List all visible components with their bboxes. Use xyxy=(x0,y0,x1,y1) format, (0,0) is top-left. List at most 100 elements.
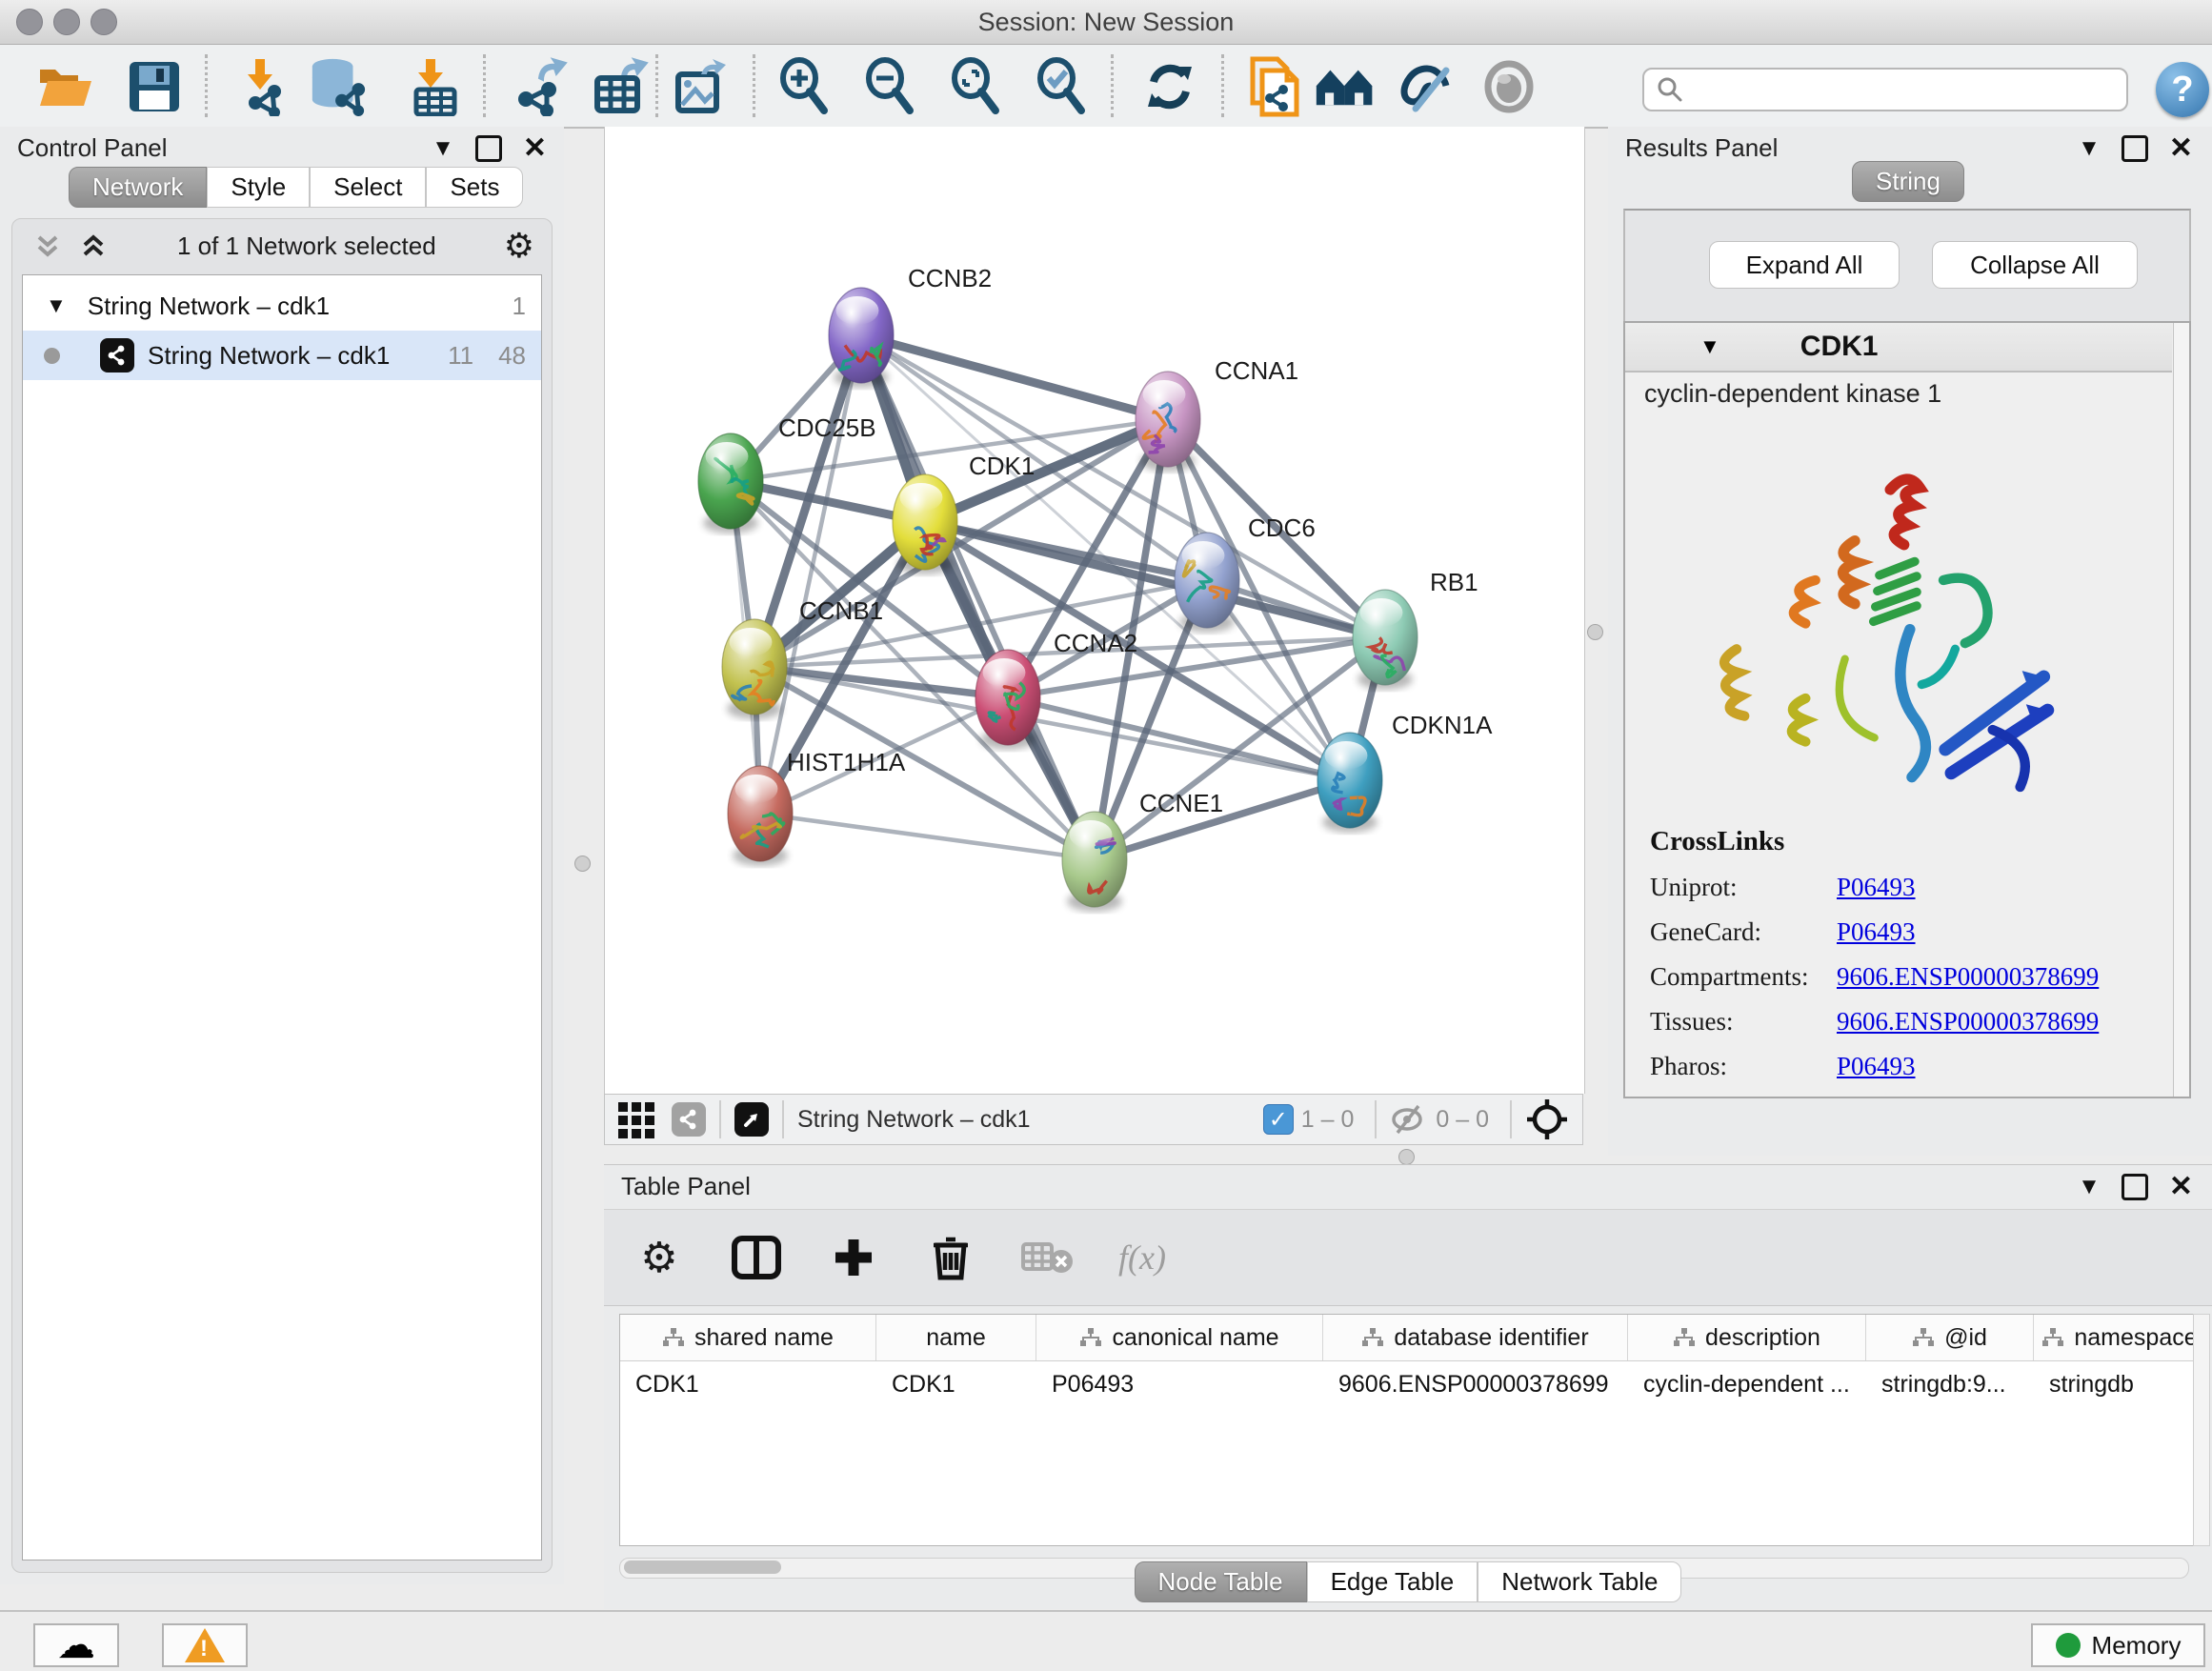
column-header-canonical-name[interactable]: canonical name xyxy=(1036,1315,1323,1360)
crosslink-link[interactable]: P06493 xyxy=(1837,1052,1916,1080)
hidden-count: 0 – 0 xyxy=(1436,1106,1489,1134)
zoom-in-icon[interactable] xyxy=(774,56,835,117)
enrichment-disabled-icon[interactable] xyxy=(1478,56,1539,117)
node-table[interactable]: shared namenamecanonical namedatabase id… xyxy=(619,1314,2207,1546)
collapse-all-button[interactable]: Collapse All xyxy=(1932,241,2138,289)
table-cell[interactable]: stringdb xyxy=(2034,1361,2206,1407)
import-network-database-icon[interactable] xyxy=(307,56,368,117)
add-column-icon[interactable] xyxy=(827,1231,880,1284)
open-session-icon[interactable] xyxy=(34,56,95,117)
import-network-file-icon[interactable] xyxy=(229,56,290,117)
crosslink-link[interactable]: P06493 xyxy=(1837,873,1916,901)
export-network-icon[interactable] xyxy=(510,56,571,117)
change-species-icon[interactable] xyxy=(1315,56,1376,117)
column-header-database-identifier[interactable]: database identifier xyxy=(1323,1315,1628,1360)
tab-string[interactable]: String xyxy=(1852,161,1964,202)
tab-edge-table[interactable]: Edge Table xyxy=(1307,1561,1478,1602)
maximize-panel-icon[interactable] xyxy=(475,135,502,162)
crosslink-link[interactable]: P06493 xyxy=(1837,917,1916,946)
network-options-gear-icon[interactable]: ⚙ xyxy=(504,226,534,266)
crosslink-row: Tissues:9606.ENSP00000378699 xyxy=(1650,1007,2172,1037)
cloud-button[interactable]: ☁ xyxy=(33,1623,119,1667)
column-header-shared-name[interactable]: shared name xyxy=(620,1315,876,1360)
network-collection-row[interactable]: ▼ String Network – cdk1 1 xyxy=(23,281,541,331)
show-hide-glasses-icon[interactable] xyxy=(1397,56,1458,117)
tab-style[interactable]: Style xyxy=(207,167,310,208)
refresh-icon[interactable] xyxy=(1139,56,1200,117)
network-view[interactable]: CCNB2CCNA1CDC25BCDK1CDC6RB1CCNB1CCNA2CDK… xyxy=(604,127,1585,1094)
protein-section-header[interactable]: ▼ CDK1 xyxy=(1625,323,2172,372)
horizontal-splitter-handle[interactable] xyxy=(1398,1149,1415,1165)
column-header--id[interactable]: @id xyxy=(1866,1315,2034,1360)
svg-text:RB1: RB1 xyxy=(1430,568,1478,596)
help-button[interactable]: ? xyxy=(2156,62,2209,117)
search-input[interactable] xyxy=(1684,75,2107,104)
warnings-button[interactable]: ! xyxy=(162,1623,248,1667)
right-splitter-handle[interactable] xyxy=(1587,624,1603,640)
tab-network-table[interactable]: Network Table xyxy=(1478,1561,1681,1602)
svg-text:CDK1: CDK1 xyxy=(969,452,1035,480)
table-tabs: Node TableEdge TableNetwork Table xyxy=(604,1561,2212,1602)
collection-expand-icon[interactable]: ▼ xyxy=(46,293,67,318)
svg-text:CDC6: CDC6 xyxy=(1248,513,1316,542)
maximize-panel-icon[interactable] xyxy=(2122,135,2148,162)
search-field[interactable] xyxy=(1642,68,2128,111)
table-cell[interactable]: CDK1 xyxy=(620,1361,876,1407)
table-panel-header: Table Panel ▼ ✕ xyxy=(604,1165,2212,1207)
export-table-icon[interactable] xyxy=(589,56,650,117)
table-cell[interactable]: cyclin-dependent ... xyxy=(1628,1361,1866,1407)
float-panel-icon[interactable]: ▼ xyxy=(2078,137,2101,160)
grid-view-icon[interactable] xyxy=(616,1098,658,1140)
birds-eye-toggle-icon[interactable] xyxy=(1525,1097,1569,1141)
table-vertical-scrollbar[interactable] xyxy=(2193,1314,2210,1546)
close-panel-icon[interactable]: ✕ xyxy=(523,134,547,163)
import-table-file-icon[interactable] xyxy=(400,56,461,117)
crosslink-link[interactable]: 9606.ENSP00000378699 xyxy=(1837,962,2099,991)
expand-all-button[interactable]: Expand All xyxy=(1709,241,1900,289)
control-panel: Control Panel ▼ ✕ NetworkStyleSelectSets… xyxy=(0,127,564,1584)
table-cell[interactable]: stringdb:9... xyxy=(1866,1361,2034,1407)
svg-text:CCNA1: CCNA1 xyxy=(1215,356,1298,385)
string-import-icon[interactable] xyxy=(1244,56,1305,117)
svg-text:CCNE1: CCNE1 xyxy=(1139,789,1223,817)
float-panel-icon[interactable]: ▼ xyxy=(432,137,454,160)
table-row[interactable]: CDK1CDK1P064939606.ENSP00000378699cyclin… xyxy=(620,1361,2206,1407)
network-row[interactable]: String Network – cdk1 11 48 xyxy=(23,331,541,380)
toolbar-separator xyxy=(205,54,208,117)
network-view-type-icon[interactable] xyxy=(672,1102,706,1137)
table-cell[interactable]: CDK1 xyxy=(876,1361,1036,1407)
delete-column-icon[interactable] xyxy=(924,1231,977,1284)
selected-count: 1 – 0 xyxy=(1301,1106,1355,1134)
collapse-all-networks-icon[interactable] xyxy=(31,230,64,262)
float-panel-icon[interactable]: ▼ xyxy=(2078,1176,2101,1198)
zoom-fit-icon[interactable] xyxy=(945,56,1006,117)
tab-sets[interactable]: Sets xyxy=(426,167,523,208)
zoom-selected-icon[interactable] xyxy=(1031,56,1092,117)
expand-all-networks-icon[interactable] xyxy=(77,230,110,262)
tab-select[interactable]: Select xyxy=(310,167,426,208)
close-panel-icon[interactable]: ✕ xyxy=(2169,1173,2193,1201)
maximize-panel-icon[interactable] xyxy=(2122,1174,2148,1200)
crosslink-row: GeneCard:P06493 xyxy=(1650,917,2172,947)
crosslink-link[interactable]: 9606.ENSP00000378699 xyxy=(1837,1007,2099,1036)
column-header-namespace[interactable]: namespace xyxy=(2034,1315,2206,1360)
results-scrollbar[interactable] xyxy=(2173,323,2189,1097)
table-cell[interactable]: 9606.ENSP00000378699 xyxy=(1323,1361,1628,1407)
selected-checkbox-icon[interactable]: ✓ xyxy=(1263,1104,1294,1135)
show-columns-icon[interactable] xyxy=(730,1231,783,1284)
tab-network[interactable]: Network xyxy=(69,167,207,208)
memory-button[interactable]: Memory xyxy=(2031,1623,2205,1667)
column-header-name[interactable]: name xyxy=(876,1315,1036,1360)
column-header-description[interactable]: description xyxy=(1628,1315,1866,1360)
save-session-icon[interactable] xyxy=(124,56,185,117)
tab-node-table[interactable]: Node Table xyxy=(1135,1561,1307,1602)
zoom-out-icon[interactable] xyxy=(859,56,920,117)
left-splitter-handle[interactable] xyxy=(574,856,591,872)
table-options-gear-icon[interactable]: ⚙ xyxy=(633,1231,686,1284)
close-panel-icon[interactable]: ✕ xyxy=(2169,134,2193,163)
detach-view-icon[interactable] xyxy=(734,1102,769,1137)
export-image-icon[interactable] xyxy=(672,56,733,117)
svg-text:CCNA2: CCNA2 xyxy=(1054,629,1137,657)
table-cell[interactable]: P06493 xyxy=(1036,1361,1323,1407)
section-collapse-icon[interactable]: ▼ xyxy=(1699,334,1720,359)
